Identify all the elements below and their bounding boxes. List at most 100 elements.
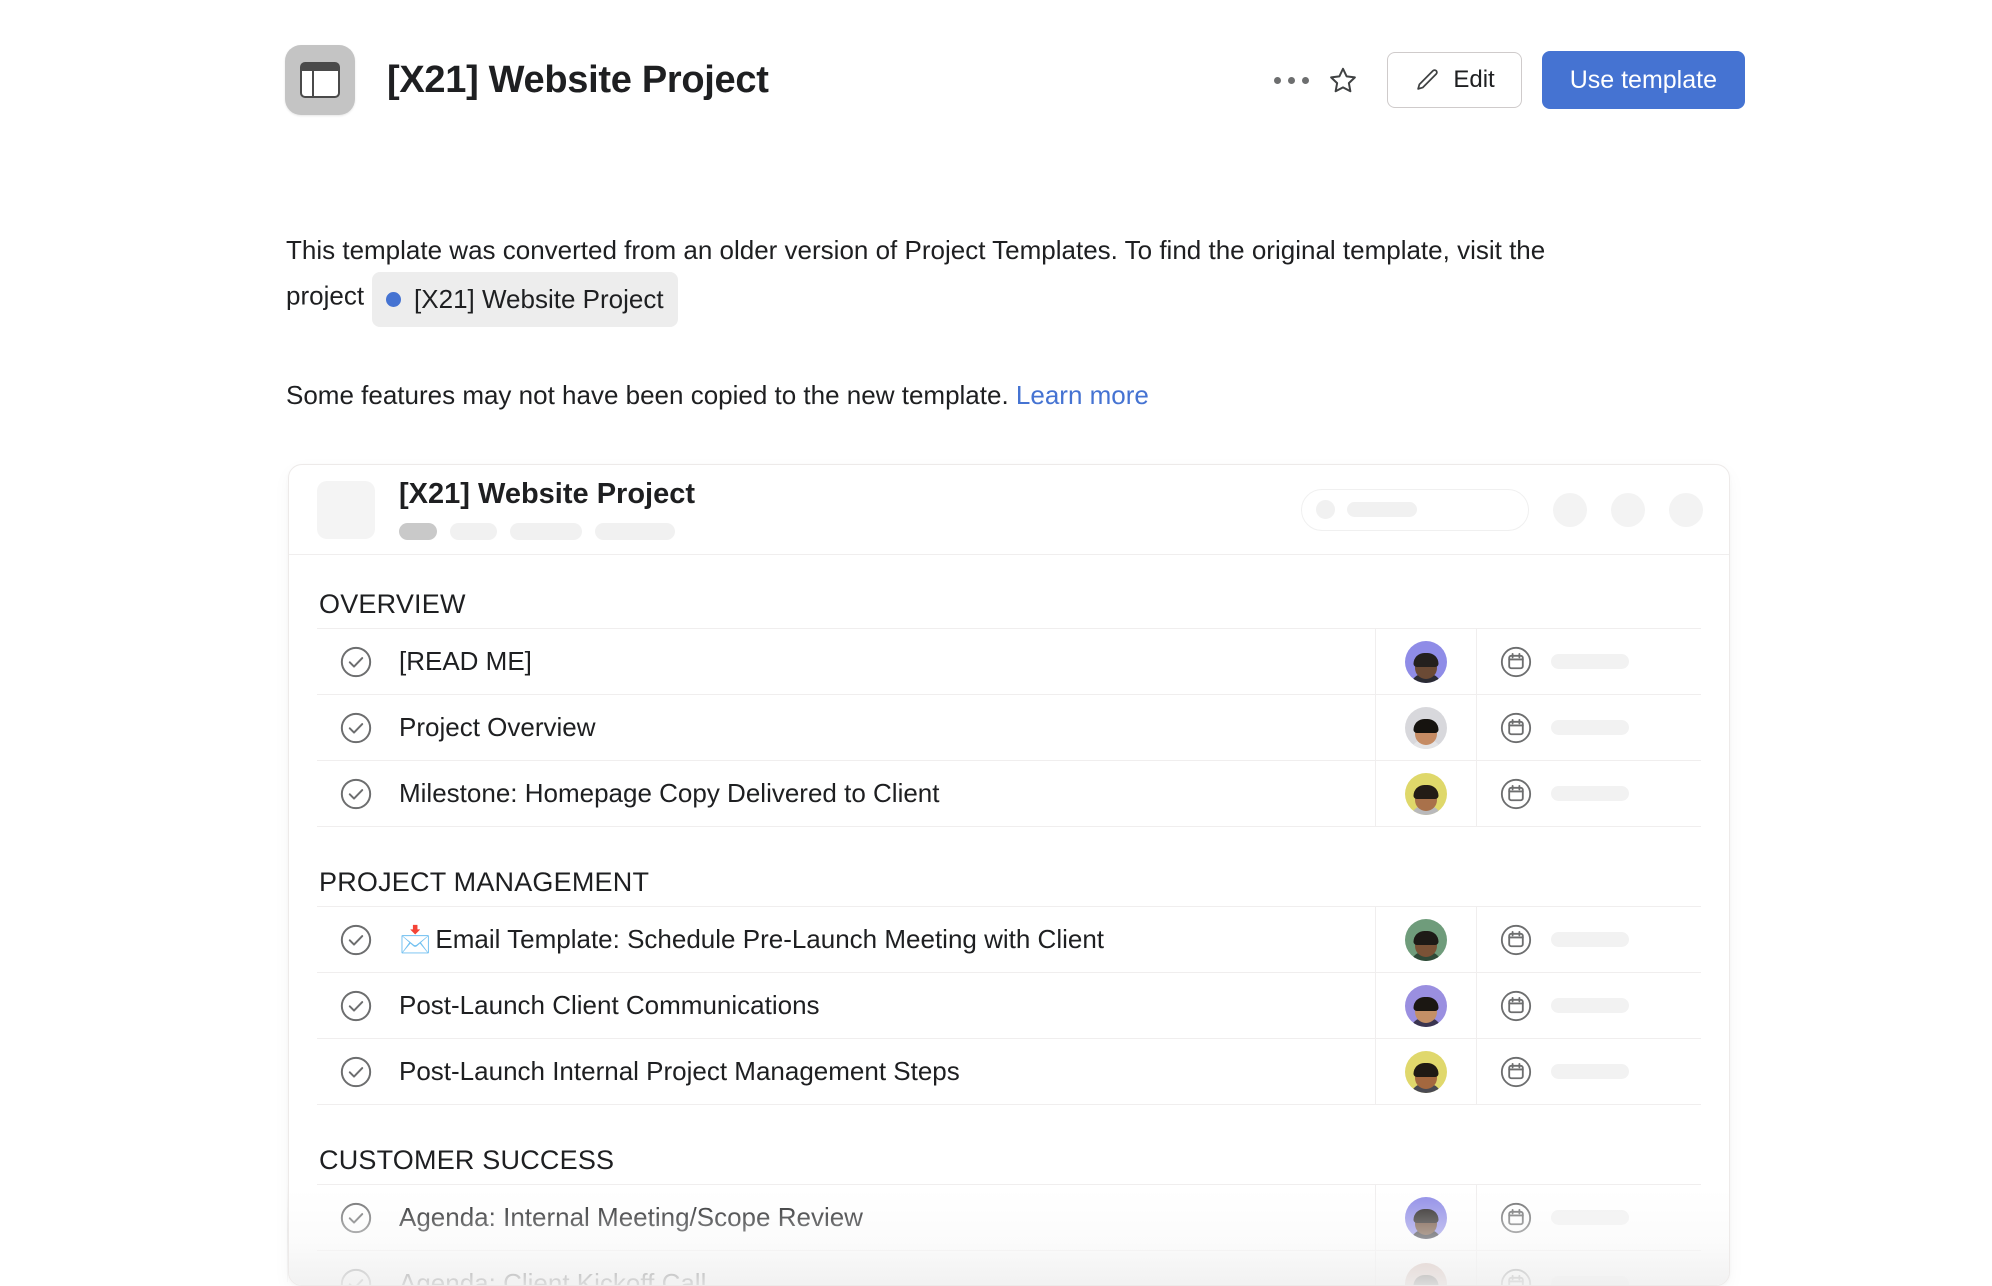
avatar [1405, 919, 1447, 961]
due-date-placeholder [1551, 720, 1629, 735]
check-circle-icon[interactable] [339, 923, 373, 957]
task-emoji: 📩 [399, 925, 431, 955]
task-name-cell[interactable]: 📩Email Template: Schedule Pre-Launch Mee… [317, 907, 1375, 972]
search-text-placeholder [1347, 502, 1417, 517]
calendar-icon [1499, 1267, 1533, 1286]
check-circle-icon[interactable] [339, 989, 373, 1023]
task-assignee-cell[interactable] [1375, 1185, 1476, 1250]
task-name-label: Project Overview [399, 712, 596, 743]
task-table: Agenda: Internal Meeting/Scope Review [317, 1184, 1701, 1286]
table-row[interactable]: Project Overview [317, 695, 1701, 761]
task-assignee-cell[interactable] [1375, 695, 1476, 760]
section-title: PROJECT MANAGEMENT [319, 867, 1701, 898]
calendar-icon [1499, 777, 1533, 811]
preview-project-title: [X21] Website Project [399, 480, 695, 509]
calendar-icon [1499, 711, 1533, 745]
preview-header-right [1301, 489, 1703, 531]
calendar-icon [1499, 923, 1533, 957]
notice-line-1: This template was converted from an olde… [286, 228, 1726, 327]
task-section: PROJECT MANAGEMENT 📩Email Template: Sche… [317, 867, 1701, 1105]
due-date-placeholder [1551, 1276, 1629, 1286]
check-circle-icon[interactable] [339, 777, 373, 811]
template-preview-card: [X21] Website Project OVE [288, 464, 1730, 1286]
preview-tab-placeholder [510, 523, 582, 540]
task-due-date-cell[interactable] [1476, 1039, 1701, 1104]
due-date-placeholder [1551, 998, 1629, 1013]
table-row[interactable]: Milestone: Homepage Copy Delivered to Cl… [317, 761, 1701, 827]
task-due-date-cell[interactable] [1476, 761, 1701, 826]
task-table: 📩Email Template: Schedule Pre-Launch Mee… [317, 906, 1701, 1105]
search-icon-placeholder [1316, 500, 1335, 519]
task-assignee-cell[interactable] [1375, 1039, 1476, 1104]
check-circle-icon[interactable] [339, 1201, 373, 1235]
table-row[interactable]: Agenda: Client Kickoff Call [317, 1251, 1701, 1286]
task-name-cell[interactable]: Project Overview [317, 695, 1375, 760]
section-title: OVERVIEW [319, 589, 1701, 620]
calendar-icon [1499, 1055, 1533, 1089]
task-assignee-cell[interactable] [1375, 973, 1476, 1038]
notice-text-2: project [286, 281, 364, 311]
project-chip[interactable]: [X21] Website Project [372, 272, 678, 327]
page-title: [X21] Website Project [387, 59, 769, 102]
task-name-label: [READ ME] [399, 646, 532, 677]
task-name-cell[interactable]: Agenda: Internal Meeting/Scope Review [317, 1185, 1375, 1250]
task-due-date-cell[interactable] [1476, 907, 1701, 972]
notice-line-2: Some features may not have been copied t… [286, 373, 1726, 417]
task-due-date-cell[interactable] [1476, 973, 1701, 1038]
due-date-placeholder [1551, 654, 1629, 669]
avatar [1405, 773, 1447, 815]
task-name-label: Agenda: Client Kickoff Call [399, 1268, 706, 1286]
table-row[interactable]: 📩Email Template: Schedule Pre-Launch Mee… [317, 907, 1701, 973]
more-options-button[interactable] [1265, 54, 1317, 106]
task-assignee-cell[interactable] [1375, 907, 1476, 972]
task-name-cell[interactable]: Post-Launch Internal Project Management … [317, 1039, 1375, 1104]
task-due-date-cell[interactable] [1476, 1185, 1701, 1250]
page-header: [X21] Website Project Edit Use template [285, 44, 1745, 116]
task-assignee-cell[interactable] [1375, 761, 1476, 826]
due-date-placeholder [1551, 932, 1629, 947]
table-row[interactable]: Agenda: Internal Meeting/Scope Review [317, 1185, 1701, 1251]
task-name-cell[interactable]: Post-Launch Client Communications [317, 973, 1375, 1038]
table-row[interactable]: Post-Launch Client Communications [317, 973, 1701, 1039]
preview-tab-placeholder-active [399, 523, 437, 540]
task-name-label: Post-Launch Client Communications [399, 990, 820, 1021]
task-name-cell[interactable]: [READ ME] [317, 629, 1375, 694]
preview-project-thumbnail [317, 481, 375, 539]
preview-title-block: [X21] Website Project [399, 480, 695, 540]
edit-button-label: Edit [1453, 66, 1494, 94]
task-name-label: Milestone: Homepage Copy Delivered to Cl… [399, 778, 940, 809]
conversion-notice: This template was converted from an olde… [286, 228, 1726, 417]
task-due-date-cell[interactable] [1476, 629, 1701, 694]
check-circle-icon[interactable] [339, 1267, 373, 1286]
task-name-label: Agenda: Internal Meeting/Scope Review [399, 1202, 863, 1233]
avatar [1405, 1197, 1447, 1239]
preview-tab-placeholder [450, 523, 497, 540]
check-circle-icon[interactable] [339, 1055, 373, 1089]
board-template-icon [285, 45, 355, 115]
use-template-button[interactable]: Use template [1542, 51, 1745, 109]
star-icon [1328, 65, 1358, 95]
edit-button[interactable]: Edit [1387, 52, 1521, 108]
preview-task-list: OVERVIEW [READ ME] [289, 555, 1729, 1286]
task-name-cell[interactable]: Agenda: Client Kickoff Call [317, 1251, 1375, 1286]
avatar [1405, 985, 1447, 1027]
avatar [1405, 1263, 1447, 1286]
check-circle-icon[interactable] [339, 711, 373, 745]
favorite-star-button[interactable] [1317, 54, 1369, 106]
pencil-icon [1414, 67, 1440, 93]
calendar-icon [1499, 645, 1533, 679]
table-row[interactable]: Post-Launch Internal Project Management … [317, 1039, 1701, 1105]
preview-tab-placeholder [595, 523, 675, 540]
learn-more-link[interactable]: Learn more [1016, 380, 1149, 410]
project-chip-label: [X21] Website Project [414, 277, 664, 321]
task-due-date-cell[interactable] [1476, 695, 1701, 760]
task-assignee-cell[interactable] [1375, 629, 1476, 694]
notice-text-3: Some features may not have been copied t… [286, 380, 1009, 410]
task-name-cell[interactable]: Milestone: Homepage Copy Delivered to Cl… [317, 761, 1375, 826]
preview-tab-placeholders [399, 523, 695, 540]
check-circle-icon[interactable] [339, 645, 373, 679]
task-due-date-cell[interactable] [1476, 1251, 1701, 1286]
table-row[interactable]: [READ ME] [317, 629, 1701, 695]
task-assignee-cell[interactable] [1375, 1251, 1476, 1286]
header-actions: Edit Use template [1265, 51, 1745, 109]
